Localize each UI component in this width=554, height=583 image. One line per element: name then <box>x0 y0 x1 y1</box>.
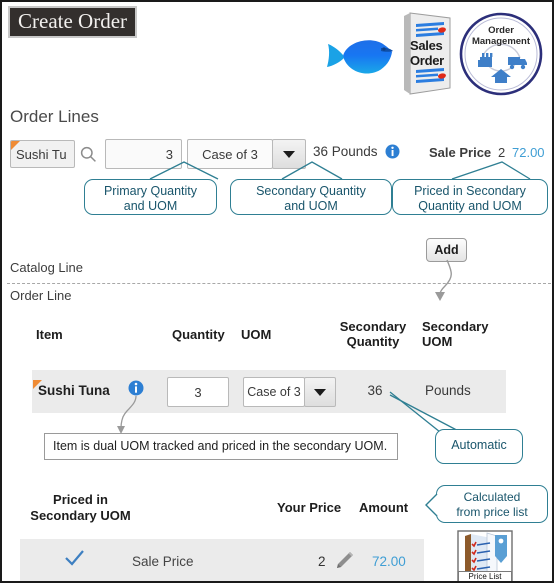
column-header-amount: Amount <box>359 500 409 515</box>
callout-secondary-quantity: Secondary Quantity and UOM <box>230 179 392 215</box>
sales-order-doc-line2: Order <box>410 53 444 68</box>
column-header-secondary-uom-line1: Secondary <box>422 319 489 334</box>
column-header-secondary-uom-line2: UOM <box>422 334 453 349</box>
column-header-quantity: Quantity <box>172 327 225 342</box>
required-marker-icon <box>11 141 20 150</box>
column-header-priced-line1: Priced in <box>53 492 108 507</box>
callout-primary-line2: and UOM <box>123 199 178 213</box>
sale-price-quantity: 2 <box>498 145 506 160</box>
order-management-label: Order Management <box>458 25 544 47</box>
row-uom-dropdown-button[interactable] <box>304 377 336 407</box>
check-icon <box>65 549 85 567</box>
catalog-line-label: Catalog Line <box>10 260 83 275</box>
sales-order-document-icon: Sales Order <box>404 10 456 96</box>
price-list-icon: Price List <box>457 530 513 581</box>
row-uom-input[interactable]: Case of 3 <box>243 377 305 407</box>
callout-secondary-line2: and UOM <box>284 199 338 213</box>
callout-priced-line1: Priced in Secondary <box>414 184 526 198</box>
row-uom-value: Case of 3 <box>247 385 301 399</box>
callout-primary-quantity: Primary Quantity and UOM <box>84 179 217 215</box>
screenshot-root: Create Order Sales Order Order Managemen… <box>0 0 554 583</box>
column-header-secondary-quantity-line2: Quantity <box>346 334 400 349</box>
callout-calculated-line1: Calculated <box>463 490 521 504</box>
row-amount-link[interactable]: 72.00 <box>372 554 406 569</box>
column-header-uom: UOM <box>241 327 272 342</box>
chevron-down-icon <box>283 151 295 158</box>
section-divider <box>7 283 551 284</box>
column-header-item: Item <box>36 327 63 342</box>
order-management-line2: Management <box>471 36 531 47</box>
column-header-secondary-quantity-line1: Secondary <box>339 319 407 334</box>
callout-primary-line1: Primary Quantity <box>103 184 198 198</box>
column-header-priced-line2: Secondary UOM <box>30 508 131 523</box>
callout-secondary-line1: Secondary Quantity <box>256 184 366 198</box>
price-list-label: Price List <box>458 571 512 581</box>
row-price-label: Sale Price <box>132 554 194 569</box>
column-header-priced-in-secondary-uom: Priced in Secondary UOM <box>18 492 143 524</box>
info-icon[interactable] <box>128 380 144 396</box>
order-management-line1: Order <box>488 25 514 36</box>
tooltip-connector-arrow <box>117 395 137 434</box>
chevron-down-icon <box>314 389 326 396</box>
sale-price-label: Sale Price <box>429 145 492 160</box>
calculated-callout-tail <box>425 493 438 517</box>
tooltip-text: Item is dual UOM tracked and priced in t… <box>44 433 398 460</box>
row-quantity-value: 3 <box>194 385 202 400</box>
callout-calculated-from-price-list: Calculated from price list <box>436 485 548 523</box>
secondary-quantity-value: 36 Pounds <box>313 144 378 159</box>
sale-price-amount-link[interactable]: 72.00 <box>512 145 545 160</box>
uom-input-value: Case of 3 <box>202 147 258 162</box>
callout-priced-secondary: Priced in Secondary Quantity and UOM <box>392 179 548 215</box>
add-flow-arrow <box>435 259 452 301</box>
pencil-icon[interactable] <box>333 550 355 572</box>
callout-automatic: Automatic <box>435 429 523 464</box>
column-header-secondary-uom: Secondary UOM <box>422 319 498 349</box>
callout-priced-line2: Quantity and UOM <box>418 199 522 213</box>
column-header-your-price: Your Price <box>277 500 342 515</box>
row-your-price-value: 2 <box>318 554 326 569</box>
info-icon[interactable] <box>385 144 400 159</box>
row-quantity-input[interactable]: 3 <box>167 377 229 407</box>
fish-icon <box>327 32 401 80</box>
item-input-value: Sushi Tu <box>16 147 67 162</box>
quantity-input-value: 3 <box>165 147 173 162</box>
sales-order-doc-line1: Sales <box>410 38 443 53</box>
add-button[interactable]: Add <box>426 238 467 262</box>
order-line-label: Order Line <box>10 288 72 303</box>
sales-order-doc-label: Sales Order <box>410 38 454 68</box>
page-title: Create Order <box>8 6 138 38</box>
section-heading: Order Lines <box>10 107 99 126</box>
column-header-secondary-quantity: Secondary Quantity <box>335 319 411 349</box>
row-item-name: Sushi Tuna <box>38 383 110 398</box>
search-icon[interactable] <box>80 146 97 163</box>
order-management-badge: Order Management <box>458 11 544 97</box>
callout-calculated-line2: from price list <box>456 505 528 519</box>
